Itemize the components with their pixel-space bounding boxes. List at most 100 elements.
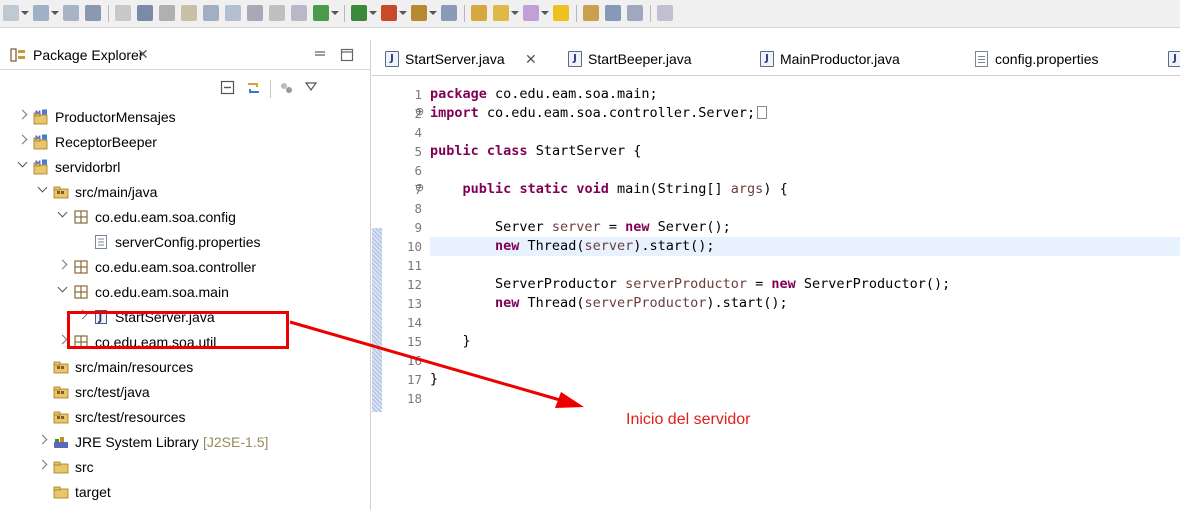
code-line[interactable]: Server server = new Server(); (430, 218, 731, 237)
pause-icon[interactable] (137, 5, 153, 21)
expanded-twistie-icon[interactable] (58, 211, 68, 221)
open-type-icon[interactable] (411, 5, 427, 21)
tree-item[interactable]: target (0, 480, 370, 505)
view-toolbar (0, 70, 370, 105)
line-number: 9 (414, 220, 422, 235)
editor-tab-label: config.properties (995, 51, 1099, 67)
source-folder-icon (53, 184, 69, 200)
debug-skip-icon[interactable] (115, 5, 131, 21)
collapsed-twistie-icon[interactable] (18, 136, 28, 146)
editor-area: J StartServer.java ✕ J StartBeeper.java J Main… (372, 40, 1180, 510)
close-view-icon[interactable]: ✕ (137, 46, 149, 63)
code-line[interactable]: new Thread(serverProductor).start(); (430, 294, 788, 313)
editor-tab[interactable]: config.properties (962, 40, 1162, 76)
collapsed-twistie-icon[interactable] (58, 261, 68, 271)
code-line[interactable]: ServerProductor serverProductor = new Se… (430, 275, 950, 294)
expanded-twistie-icon[interactable] (18, 161, 28, 171)
search-icon[interactable] (85, 5, 101, 21)
collapsed-twistie-icon[interactable] (18, 111, 28, 121)
code-area[interactable]: package co.edu.eam.soa.main; import co.ed… (430, 76, 1180, 510)
collapsed-twistie-icon[interactable] (38, 436, 48, 446)
folded-code-indicator[interactable] (757, 106, 768, 119)
expanded-twistie-icon[interactable] (38, 186, 48, 196)
line-number: 11 (406, 258, 422, 273)
tree-item[interactable]: src (0, 455, 370, 480)
maximize-icon[interactable] (340, 48, 354, 62)
code-text: ServerProductor(); (795, 276, 951, 292)
show-whitespace-icon[interactable] (657, 5, 673, 21)
new-icon[interactable] (3, 5, 19, 21)
new-server-icon[interactable] (441, 5, 457, 21)
dropdown-arrow-icon[interactable] (541, 11, 549, 15)
link-with-editor-icon[interactable] (245, 79, 263, 97)
tree-item[interactable]: src/main/java (0, 180, 370, 205)
expanded-twistie-icon[interactable] (58, 286, 68, 296)
editor-tab[interactable]: J StartServer.java ✕ (372, 40, 544, 76)
stop-icon[interactable] (159, 5, 175, 21)
code-line[interactable]: public class StartServer { (430, 142, 641, 161)
package-explorer-header: Package Explorer ✕ (0, 40, 370, 70)
collapse-fold-icon[interactable]: ⊖ (415, 181, 424, 194)
tree-item[interactable]: M ProductorMensajes (0, 105, 370, 130)
dropdown-arrow-icon[interactable] (369, 11, 377, 15)
save-all-icon[interactable] (63, 5, 79, 21)
editor-tab[interactable]: J MainProductor.java (747, 40, 937, 76)
step-return-icon[interactable] (247, 5, 263, 21)
external-tools-icon[interactable] (381, 5, 397, 21)
open-folder-icon[interactable] (471, 5, 487, 21)
expand-fold-icon[interactable]: ⊕ (415, 105, 424, 118)
save-icon[interactable] (33, 5, 49, 21)
step-over-icon[interactable] (225, 5, 241, 21)
disconnect-icon[interactable] (181, 5, 197, 21)
view-title[interactable]: Package Explorer (33, 47, 144, 63)
dropdown-arrow-icon[interactable] (399, 11, 407, 15)
tree-item[interactable]: Mservidorbrl (0, 155, 370, 180)
tree-item[interactable]: src/test/resources (0, 405, 370, 430)
dropdown-arrow-icon[interactable] (429, 11, 437, 15)
code-variable: serverProductor (584, 295, 707, 311)
annotation-icon[interactable] (605, 5, 621, 21)
code-line[interactable]: package co.edu.eam.soa.main; (430, 85, 658, 104)
tree-item[interactable]: co.edu.eam.soa.main (0, 280, 370, 305)
dropdown-arrow-icon[interactable] (511, 11, 519, 15)
dropdown-arrow-icon[interactable] (21, 11, 29, 15)
edit-icon[interactable] (493, 5, 509, 21)
close-tab-icon[interactable]: ✕ (525, 51, 537, 68)
tree-item[interactable]: M ReceptorBeeper (0, 130, 370, 155)
step-into-icon[interactable] (203, 5, 219, 21)
code-line[interactable]: } (430, 370, 438, 389)
editor-tab-label: StartBeeper.java (588, 51, 692, 67)
code-text: Server(); (649, 219, 731, 235)
tree-item[interactable]: src/test/java (0, 380, 370, 405)
dropdown-arrow-icon[interactable] (331, 11, 339, 15)
drop-to-frame-icon[interactable] (269, 5, 285, 21)
tree-item-label: ReceptorBeeper (55, 134, 157, 150)
view-menu-icon[interactable] (305, 82, 317, 92)
collapsed-twistie-icon[interactable] (38, 461, 48, 471)
collapse-all-icon[interactable] (220, 80, 236, 96)
tree-item[interactable]: src/main/resources (0, 355, 370, 380)
code-keyword: new (495, 295, 520, 311)
dropdown-arrow-icon[interactable] (51, 11, 59, 15)
code-line[interactable]: } (430, 332, 471, 351)
tree-item-label: co.edu.eam.soa.config (95, 209, 236, 225)
task-icon[interactable] (583, 5, 599, 21)
highlight-icon[interactable] (553, 5, 569, 21)
toggle-icon[interactable] (627, 5, 643, 21)
focus-on-active-task-icon[interactable] (278, 80, 294, 96)
tree-item[interactable]: co.edu.eam.soa.config (0, 205, 370, 230)
editor-tab[interactable]: J StartBeeper.java (555, 40, 720, 76)
run-icon[interactable] (351, 5, 367, 21)
tree-item[interactable]: co.edu.eam.soa.controller (0, 255, 370, 280)
code-line[interactable]: new Thread(server).start(); (430, 237, 714, 256)
use-step-filters-icon[interactable] (291, 5, 307, 21)
code-line[interactable]: import co.edu.eam.soa.controller.Server; (430, 104, 768, 123)
tree-item[interactable]: serverConfig.properties (0, 230, 370, 255)
pin-icon[interactable] (523, 5, 539, 21)
debug-icon[interactable] (313, 5, 329, 21)
tree-item[interactable]: JRE System Library [J2SE-1.5] (0, 430, 370, 455)
tree-item-label: target (75, 484, 111, 500)
minimize-icon[interactable] (313, 48, 327, 62)
code-line[interactable]: public static void main(String[] args) { (430, 180, 788, 199)
